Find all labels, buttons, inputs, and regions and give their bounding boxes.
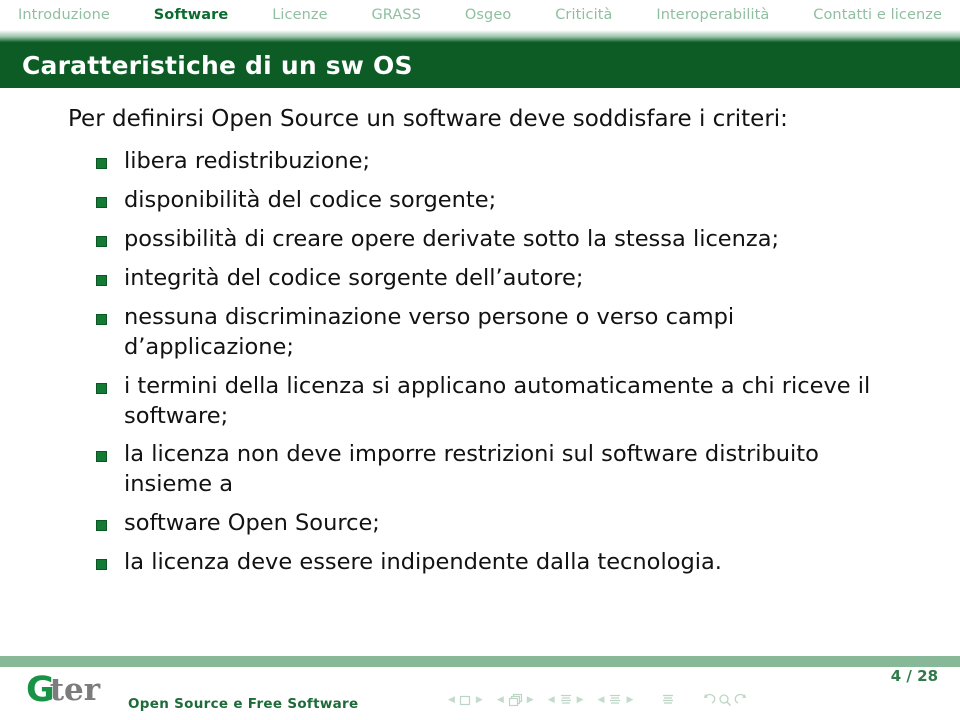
list-item: disponibilità del codice sorgente;: [96, 186, 896, 216]
footer-separator: [0, 656, 960, 667]
nav-item-software[interactable]: Software: [154, 7, 229, 23]
history-group: [701, 693, 749, 707]
forward-icon[interactable]: [734, 693, 749, 707]
presentation-group: [661, 693, 675, 707]
nav-item-osgeo[interactable]: Osgeo: [465, 7, 511, 23]
title-bar-gradient: [0, 30, 960, 42]
list-item: possibilità di creare opere derivate sot…: [96, 225, 896, 255]
back-icon[interactable]: [701, 693, 716, 707]
slide-content: Per definirsi Open Source un software de…: [0, 96, 960, 652]
section-prev-icon[interactable]: ◀: [598, 695, 605, 705]
slide-title-bar: Caratteristiche di un sw OS: [0, 30, 960, 88]
subsection-current-icon[interactable]: [559, 693, 573, 707]
title-bar-band: Caratteristiche di un sw OS: [0, 42, 960, 88]
frame-current-icon[interactable]: [508, 693, 523, 707]
list-item: integrità del codice sorgente dell’autor…: [96, 264, 896, 294]
subsection-nav-group: ◀ ▶: [548, 693, 584, 707]
section-current-icon[interactable]: [608, 693, 622, 707]
top-navigation-bar: Introduzione Software Licenze GRASS Osge…: [0, 0, 960, 30]
slide-prev-icon[interactable]: ◀: [448, 695, 455, 705]
nav-item-contatti-e-licenze[interactable]: Contatti e licenze: [813, 7, 942, 23]
beamer-navigation-symbols: ◀ ▶ ◀ ▶ ◀ ▶ ◀ ▶: [448, 693, 749, 707]
nav-item-licenze[interactable]: Licenze: [272, 7, 327, 23]
list-item: la licenza non deve imporre restrizioni …: [96, 440, 896, 500]
list-item: libera redistribuzione;: [96, 147, 896, 177]
slide-nav-group: ◀ ▶: [448, 694, 483, 707]
footer-bar: G ter Open Source e Free Software ◀ ▶ ◀ …: [0, 667, 960, 720]
list-item: nessuna discriminazione verso persone o …: [96, 303, 896, 363]
frame-next-icon[interactable]: ▶: [527, 695, 534, 705]
nav-item-introduzione[interactable]: Introduzione: [18, 7, 110, 23]
logo-ter-letters: ter: [49, 671, 101, 708]
subsection-next-icon[interactable]: ▶: [577, 695, 584, 705]
gter-logo: G ter: [26, 669, 101, 710]
list-item: software Open Source;: [96, 509, 896, 539]
nav-item-interoperabilita[interactable]: Interoperabilità: [656, 7, 769, 23]
lead-paragraph: Per definirsi Open Source un software de…: [68, 106, 788, 132]
section-next-icon[interactable]: ▶: [626, 695, 633, 705]
logo-g-letter: G: [26, 669, 55, 710]
list-item: la licenza deve essere indipendente dall…: [96, 548, 896, 578]
subsection-prev-icon[interactable]: ◀: [548, 695, 555, 705]
frame-prev-icon[interactable]: ◀: [497, 695, 504, 705]
search-icon[interactable]: [718, 693, 732, 707]
presentation-icon[interactable]: [661, 693, 675, 707]
page-number: 4 / 28: [890, 667, 938, 685]
criteria-list: libera redistribuzione; disponibilità de…: [96, 147, 896, 578]
page-title: Caratteristiche di un sw OS: [22, 50, 413, 80]
nav-item-grass[interactable]: GRASS: [371, 7, 421, 23]
slide-next-icon[interactable]: ▶: [476, 695, 483, 705]
slide-current-icon[interactable]: [459, 694, 472, 707]
footer-subtitle: Open Source e Free Software: [128, 696, 359, 712]
section-nav-group: ◀ ▶: [598, 693, 633, 707]
list-item: i termini della licenza si applicano aut…: [96, 372, 896, 432]
nav-item-criticita[interactable]: Criticità: [555, 7, 612, 23]
frame-nav-group: ◀ ▶: [497, 693, 534, 707]
